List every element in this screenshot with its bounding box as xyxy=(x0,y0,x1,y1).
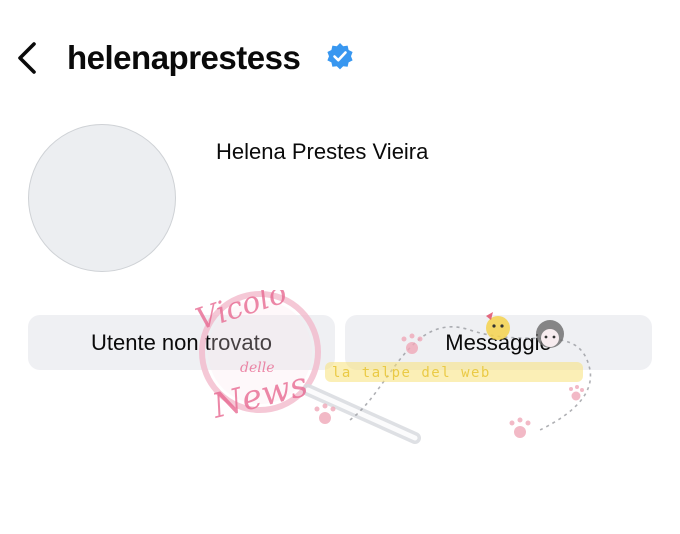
message-button[interactable]: Messaggio xyxy=(345,315,652,370)
svg-text:News: News xyxy=(208,365,312,427)
avatar[interactable] xyxy=(28,124,176,272)
chevron-left-icon xyxy=(18,42,36,74)
user-not-found-button[interactable]: Utente non trovato xyxy=(28,315,335,370)
profile-full-name: Helena Prestes Vieira xyxy=(216,139,429,164)
back-button[interactable] xyxy=(12,38,44,78)
watermark-logo: Vicolo delle News la talpe del web xyxy=(192,290,592,444)
verified-badge-icon xyxy=(327,43,353,70)
username-title: helenaprestess xyxy=(67,39,301,76)
profile-header: helenaprestess xyxy=(0,28,680,88)
